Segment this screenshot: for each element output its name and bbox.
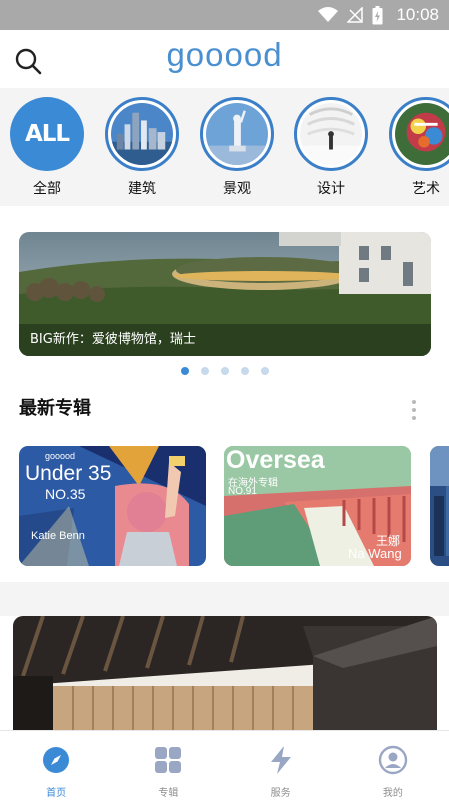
nav-services[interactable]: 服务	[225, 731, 337, 800]
top-bar: gooood	[0, 30, 449, 88]
category-label: 建筑	[128, 181, 156, 197]
design-thumbnail	[294, 97, 368, 171]
carousel-dot[interactable]	[200, 367, 209, 375]
lightning-icon	[270, 746, 291, 774]
carousel-dot[interactable]	[220, 367, 229, 375]
nav-label: 专辑	[158, 788, 179, 799]
carousel-dot[interactable]	[180, 367, 189, 375]
battery-charging-icon	[372, 5, 383, 24]
category-label: 景观	[223, 181, 251, 197]
category-label: 全部	[33, 181, 61, 197]
landscape-thumbnail	[200, 97, 274, 171]
grid-icon	[155, 747, 182, 773]
album-carousel: gooood Under 35 NO.35 Katie Benn Oversea…	[0, 446, 449, 568]
album-title: Under 35	[25, 462, 112, 485]
category-art[interactable]: 艺术	[386, 97, 449, 198]
status-bar: 10:08	[0, 0, 449, 30]
architecture-thumbnail	[105, 97, 179, 171]
category-landscape[interactable]: 景观	[197, 97, 277, 198]
section-title: 最新专辑	[19, 398, 91, 419]
album-number: NO.91	[228, 486, 257, 497]
album-card-partial[interactable]	[430, 446, 449, 566]
app-logo: gooood	[166, 36, 283, 73]
carousel-indicator	[0, 367, 449, 375]
category-label: 设计	[317, 181, 345, 197]
category-label: 艺术	[412, 181, 440, 197]
album-author: Katie Benn	[31, 530, 85, 542]
album-number: NO.35	[45, 486, 86, 502]
banner-carousel[interactable]: BIG新作：爱彼博物馆，瑞士	[19, 232, 431, 356]
compass-icon	[43, 747, 70, 773]
carousel-dot[interactable]	[260, 367, 269, 375]
carousel-dot[interactable]	[240, 367, 249, 375]
no-signal-icon	[347, 7, 364, 23]
album-brand: gooood	[45, 451, 76, 461]
bottom-navigation: 首页 专辑 服务 我的	[0, 730, 449, 800]
album-card-oversea[interactable]: Oversea 在海外专辑 NO.91 王娜 Na Wang	[224, 446, 411, 566]
clock: 10:08	[396, 5, 439, 24]
feature-article-card[interactable]	[13, 616, 437, 730]
album-cover	[430, 446, 449, 566]
vertical-dots-icon	[412, 400, 416, 420]
album-author: Na Wang	[348, 546, 402, 561]
section-divider	[0, 582, 449, 616]
wifi-icon	[318, 7, 339, 22]
nav-label: 服务	[270, 788, 291, 799]
category-design[interactable]: 设计	[291, 97, 371, 198]
nav-albums[interactable]: 专辑	[112, 731, 224, 800]
nav-home[interactable]: 首页	[0, 731, 112, 800]
album-title: Oversea	[226, 446, 325, 474]
art-thumbnail	[389, 97, 449, 171]
nav-label: 我的	[382, 788, 403, 799]
category-strip: ALL 全部 建筑 景观 设计 艺术	[0, 88, 449, 206]
more-options-button[interactable]	[409, 398, 419, 422]
nav-profile[interactable]: 我的	[337, 731, 449, 800]
profile-icon	[378, 745, 408, 775]
article-image	[13, 616, 437, 730]
banner-caption: BIG新作：爱彼博物馆，瑞士	[30, 332, 196, 347]
nav-label: 首页	[46, 788, 67, 799]
album-card-under35[interactable]: gooood Under 35 NO.35 Katie Benn	[19, 446, 206, 566]
all-badge: ALL	[10, 97, 84, 171]
category-architecture[interactable]: 建筑	[102, 97, 182, 198]
category-all[interactable]: ALL 全部	[7, 97, 87, 198]
